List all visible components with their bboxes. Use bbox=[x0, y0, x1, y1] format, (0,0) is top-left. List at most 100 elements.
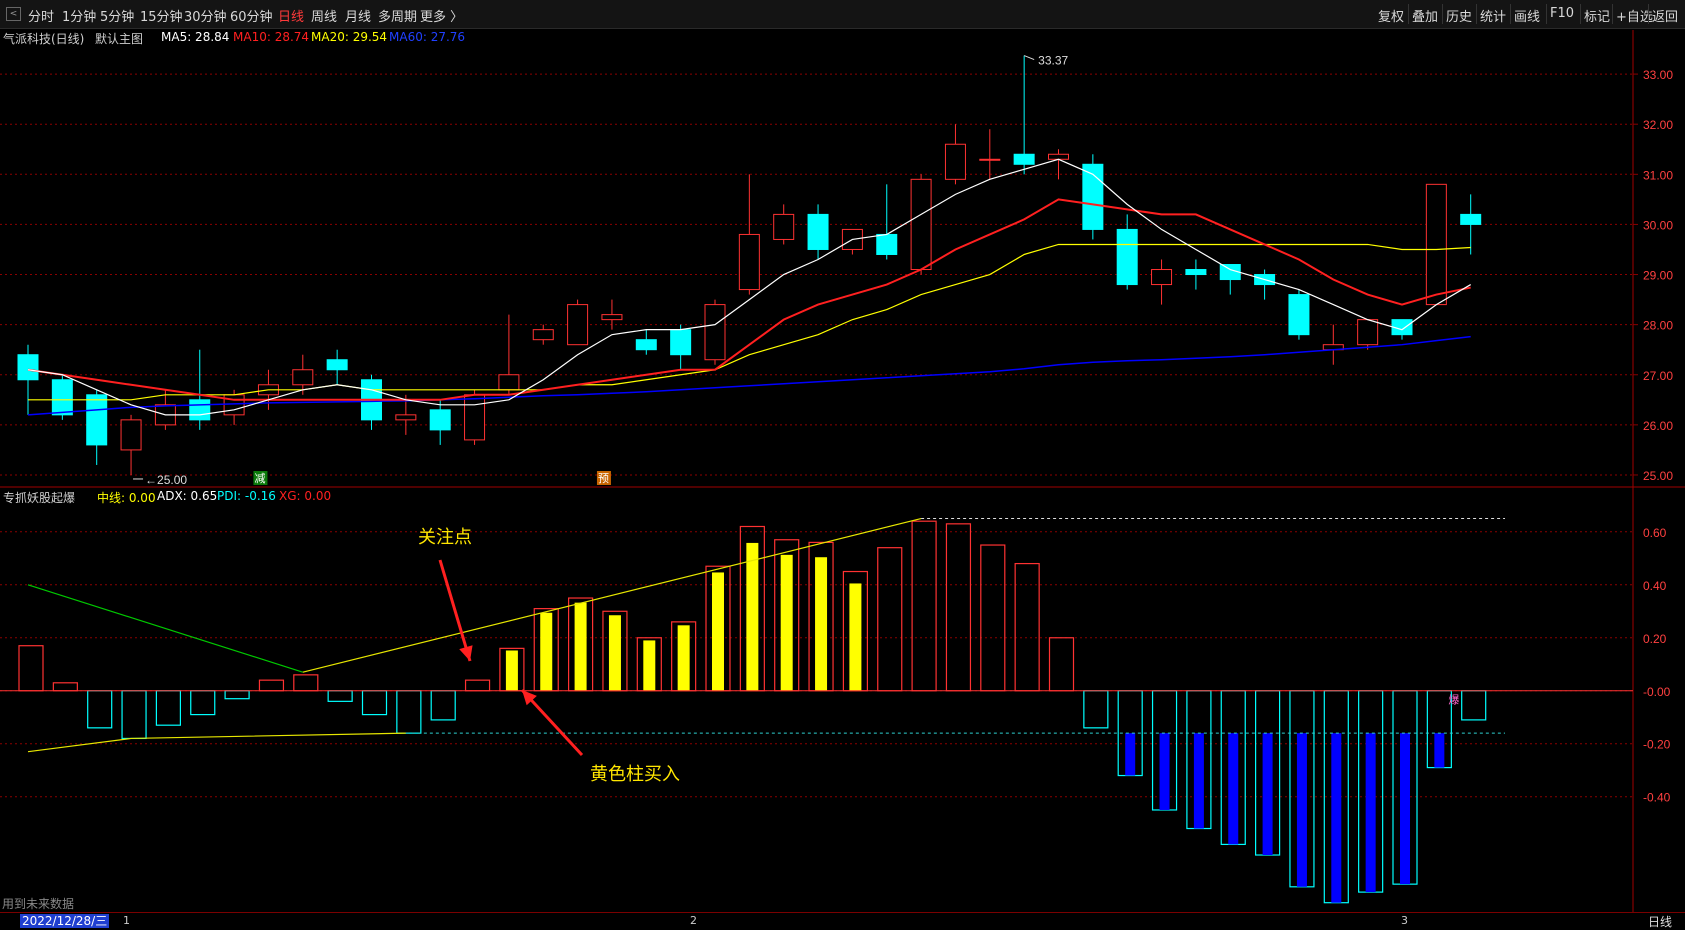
candle-body bbox=[773, 213, 795, 240]
back-icon[interactable]: < bbox=[6, 7, 21, 21]
blue-bar bbox=[1193, 733, 1204, 829]
tool-button-1[interactable]: 叠加 bbox=[1412, 6, 1438, 25]
baozha-marker: 爆 bbox=[1448, 693, 1459, 707]
candle-body bbox=[1425, 183, 1447, 306]
ma60-line bbox=[27, 335, 1471, 416]
mid-value: 中线: 0.00 bbox=[97, 491, 156, 505]
candle-body bbox=[17, 354, 39, 381]
tab-period-1[interactable]: 1分钟 bbox=[62, 6, 96, 25]
tool-button-5[interactable]: F10 bbox=[1550, 6, 1574, 21]
tab-period-10[interactable]: 更多 〉 bbox=[420, 6, 463, 25]
indicator-name[interactable]: 专抓妖股起爆 bbox=[3, 489, 75, 506]
grid-lines bbox=[0, 30, 1685, 912]
indicator-bar bbox=[224, 690, 250, 700]
indicator-bar bbox=[361, 690, 388, 716]
price-tick-label: 28.00 bbox=[1643, 319, 1673, 333]
indicator-bar bbox=[18, 645, 44, 692]
candle-body bbox=[395, 414, 417, 421]
price-tick-label: 27.00 bbox=[1643, 369, 1673, 383]
template-dropdown[interactable]: 默认主图 bbox=[95, 30, 143, 47]
yellow-bar-buy-label: 黄色柱买入 bbox=[590, 764, 680, 785]
indicator-bar bbox=[87, 690, 113, 729]
yellow-buy-bar bbox=[677, 625, 690, 691]
tab-period-3[interactable]: 15分钟 bbox=[140, 6, 183, 25]
indicator-tick-label: 0.60 bbox=[1643, 526, 1667, 540]
indicator-bar bbox=[430, 690, 456, 721]
tab-period-9[interactable]: 多周期 bbox=[378, 6, 417, 25]
focus-arrow bbox=[438, 559, 472, 662]
candle-body bbox=[464, 394, 486, 441]
high-price-label: 33.37 bbox=[1038, 54, 1068, 68]
indicator-tick-label: -0.20 bbox=[1643, 738, 1671, 752]
price-tick-label: 26.00 bbox=[1643, 419, 1673, 433]
tool-separator bbox=[1546, 4, 1547, 24]
yellow-buy-bar bbox=[574, 602, 587, 691]
tool-button-0[interactable]: 复权 bbox=[1378, 6, 1404, 25]
timeframe-label[interactable]: 日线 bbox=[1648, 913, 1672, 930]
xg-value: XG: 0.00 bbox=[279, 489, 332, 503]
axes: 33.00 32.00 31.00 30.00 29.00 28.00 27.00 26.00… bbox=[1633, 68, 1673, 805]
tool-separator bbox=[1580, 4, 1581, 24]
tab-period-5[interactable]: 60分钟 bbox=[230, 6, 273, 25]
yellow-buy-bar bbox=[608, 615, 621, 691]
indicator-bar bbox=[1014, 562, 1040, 692]
price-tick-label: 29.00 bbox=[1643, 269, 1673, 283]
tool-button-8[interactable]: 返回 bbox=[1652, 6, 1678, 25]
stock-name[interactable]: 气派科技(日线) bbox=[3, 30, 84, 47]
yellow-buy-bar bbox=[540, 612, 553, 691]
month-label-jan: 1 bbox=[123, 914, 130, 927]
month-label-feb: 2 bbox=[690, 914, 697, 927]
tool-button-4[interactable]: 画线 bbox=[1514, 6, 1540, 25]
marker-minus: 减 bbox=[254, 472, 265, 485]
candle-body bbox=[807, 213, 829, 250]
tool-separator bbox=[1408, 4, 1409, 24]
candlesticks bbox=[17, 55, 1482, 475]
price-tick-label: 30.00 bbox=[1643, 218, 1673, 232]
tab-period-2[interactable]: 5分钟 bbox=[100, 6, 134, 25]
blue-bar bbox=[1296, 733, 1307, 887]
tool-separator bbox=[1510, 4, 1511, 24]
blue-bar bbox=[1400, 733, 1410, 885]
indicator-bar bbox=[258, 679, 285, 692]
ma20-value: MA20: 29.54 bbox=[311, 30, 388, 44]
indicator-tick-label: 0.20 bbox=[1643, 632, 1667, 646]
tool-button-6[interactable]: 标记 bbox=[1584, 6, 1610, 25]
candle-body bbox=[1116, 228, 1138, 286]
tool-separator bbox=[1612, 4, 1613, 24]
indicator-bar bbox=[877, 547, 903, 692]
indicator-bar bbox=[911, 520, 937, 692]
ma10-value: MA10: 28.74 bbox=[233, 30, 310, 44]
yellow-buy-bar bbox=[712, 572, 724, 691]
date-axis: 2022/12/28/三 1 2 3 bbox=[0, 912, 1685, 929]
tab-period-0[interactable]: 分时 bbox=[28, 6, 54, 25]
yellow-buy-bar bbox=[643, 640, 656, 691]
blue-bar bbox=[1331, 733, 1342, 903]
tab-period-4[interactable]: 30分钟 bbox=[184, 6, 227, 25]
candle-body bbox=[738, 233, 760, 291]
indicator-bar bbox=[1048, 637, 1075, 692]
tool-button-2[interactable]: 历史 bbox=[1446, 6, 1472, 25]
candle-body bbox=[1048, 153, 1069, 160]
tab-period-8[interactable]: 月线 bbox=[345, 6, 371, 25]
signal-line-lower bbox=[27, 732, 406, 753]
indicator-bar bbox=[980, 544, 1006, 692]
future-data-note: 用到未来数据 bbox=[2, 897, 75, 911]
pdi-value: PDI: -0.16 bbox=[217, 489, 276, 503]
indicator-tick-label: 0.40 bbox=[1643, 579, 1667, 593]
tab-period-6[interactable]: 日线 bbox=[278, 6, 304, 25]
blue-bar bbox=[1125, 733, 1136, 776]
price-tick-label: 33.00 bbox=[1643, 68, 1673, 82]
adx-value: ADX: 0.65 bbox=[157, 489, 218, 503]
candle-body bbox=[86, 394, 108, 446]
price-tick-label: 32.00 bbox=[1643, 118, 1673, 132]
indicator-tick-label: -0.00 bbox=[1643, 685, 1671, 699]
candle-body bbox=[532, 329, 554, 341]
focus-point-label: 关注点 bbox=[418, 527, 472, 548]
tool-button-3[interactable]: 统计 bbox=[1480, 6, 1506, 25]
price-tick-label: 25.00 bbox=[1643, 469, 1673, 483]
candle-body bbox=[635, 339, 657, 351]
indicator-bar bbox=[293, 674, 319, 692]
indicator-tick-label: -0.40 bbox=[1643, 791, 1671, 805]
kline-chart[interactable]: 33.00 32.00 31.00 30.00 29.00 28.00 27.00 26.00… bbox=[0, 28, 1685, 912]
tab-period-7[interactable]: 周线 bbox=[311, 6, 337, 25]
